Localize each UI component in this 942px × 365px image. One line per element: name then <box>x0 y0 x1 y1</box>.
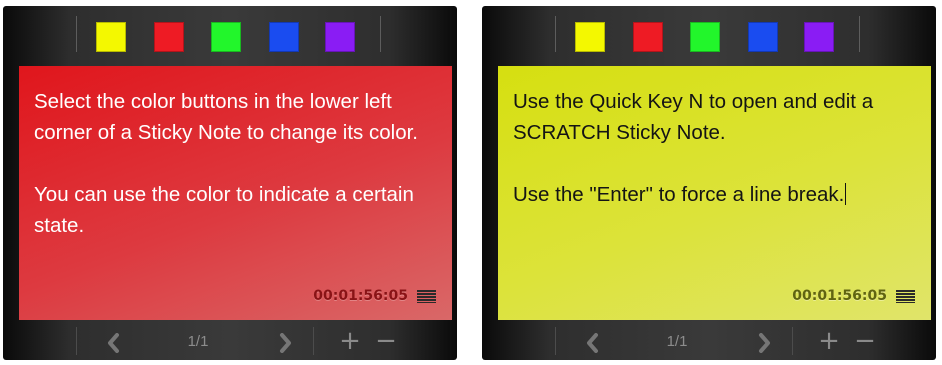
nav-divider <box>792 327 793 355</box>
timestamp: 00:01:56:05 <box>792 288 887 304</box>
note-navigation-bar: 1/1 + − <box>482 320 936 360</box>
add-note-button[interactable]: + <box>338 327 362 355</box>
note-text[interactable]: Use the Quick Key N to open and edit a S… <box>513 86 913 210</box>
remove-note-button[interactable]: − <box>374 327 398 355</box>
red-swatch-button[interactable] <box>633 22 663 52</box>
note-paragraph: Select the color buttons in the lower le… <box>34 90 418 144</box>
chevron-right-icon[interactable] <box>277 333 293 353</box>
sticky-note-panel-red: Select the color buttons in the lower le… <box>3 6 457 360</box>
note-paragraph-text: Use the "Enter" to force a line break. <box>513 183 845 206</box>
page-indicator: 1/1 <box>666 333 688 350</box>
purple-swatch-button[interactable] <box>804 22 834 52</box>
add-note-button[interactable]: + <box>817 327 841 355</box>
toolbar-divider <box>380 16 381 52</box>
toolbar-divider <box>555 16 556 52</box>
color-swatch-bar <box>482 6 936 62</box>
note-paragraph: Use the "Enter" to force a line break. <box>513 179 913 210</box>
note-navigation-bar: 1/1 + − <box>3 320 457 360</box>
timestamp: 00:01:56:05 <box>313 288 408 304</box>
note-paragraph: You can use the color to indicate a cert… <box>34 183 414 237</box>
green-swatch-button[interactable] <box>690 22 720 52</box>
menu-icon[interactable] <box>896 289 915 303</box>
note-footer: 00:01:56:05 <box>313 287 436 305</box>
text-cursor <box>845 183 847 205</box>
chevron-left-icon[interactable] <box>585 333 601 353</box>
yellow-swatch-button[interactable] <box>96 22 126 52</box>
green-swatch-button[interactable] <box>211 22 241 52</box>
chevron-left-icon[interactable] <box>106 333 122 353</box>
nav-divider <box>76 327 77 355</box>
sticky-note-body[interactable]: Select the color buttons in the lower le… <box>19 66 452 320</box>
purple-swatch-button[interactable] <box>325 22 355 52</box>
color-swatch-bar <box>3 6 457 62</box>
nav-divider <box>555 327 556 355</box>
sticky-note-body[interactable]: Use the Quick Key N to open and edit a S… <box>498 66 931 320</box>
yellow-swatch-button[interactable] <box>575 22 605 52</box>
blue-swatch-button[interactable] <box>269 22 299 52</box>
toolbar-divider <box>859 16 860 52</box>
red-swatch-button[interactable] <box>154 22 184 52</box>
note-footer: 00:01:56:05 <box>792 287 915 305</box>
blue-swatch-button[interactable] <box>748 22 778 52</box>
note-paragraph: Use the Quick Key N to open and edit a S… <box>513 90 874 144</box>
sticky-note-panel-yellow: Use the Quick Key N to open and edit a S… <box>482 6 936 360</box>
menu-icon[interactable] <box>417 289 436 303</box>
toolbar-divider <box>76 16 77 52</box>
remove-note-button[interactable]: − <box>853 327 877 355</box>
page-indicator: 1/1 <box>187 333 209 350</box>
nav-divider <box>313 327 314 355</box>
note-text[interactable]: Select the color buttons in the lower le… <box>34 86 434 241</box>
chevron-right-icon[interactable] <box>756 333 772 353</box>
